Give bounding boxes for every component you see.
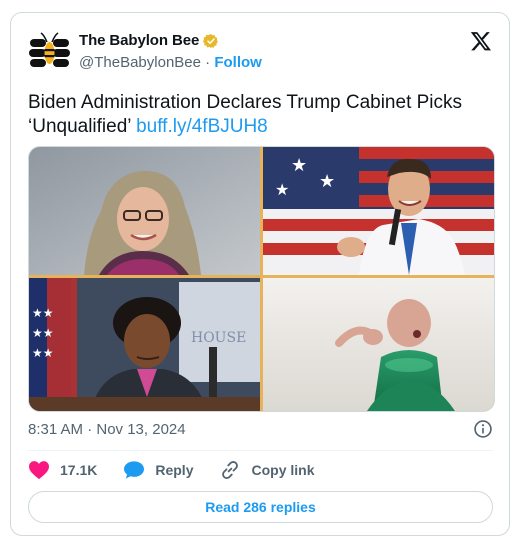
timestamp-row: 8:31 AM · Nov 13, 2024 xyxy=(28,419,493,439)
heart-icon xyxy=(29,461,49,480)
svg-text:★: ★ xyxy=(291,155,307,176)
info-icon[interactable] xyxy=(473,419,493,439)
svg-text:★: ★ xyxy=(275,180,289,199)
speech-bubble-icon xyxy=(124,461,145,479)
author-name-row[interactable]: The Babylon Bee xyxy=(79,32,219,49)
x-logo-icon[interactable] xyxy=(470,30,492,52)
follow-button[interactable]: Follow xyxy=(214,54,262,71)
photo-top-right: ★ ★ ★ xyxy=(263,147,494,275)
tweet-actions: 17.1K Reply Copy link xyxy=(28,459,315,481)
tweet-text: Biden Administration Declares Trump Cabi… xyxy=(28,91,498,139)
author-handle-row: @TheBabylonBee · Follow xyxy=(79,54,262,71)
babylon-bee-avatar-icon[interactable] xyxy=(28,30,72,74)
photo-top-left xyxy=(29,147,260,275)
reply-button[interactable]: Reply xyxy=(123,460,193,480)
handle-separator: · xyxy=(200,54,215,71)
tweet-card: The Babylon Bee @TheBabylonBee · Follow … xyxy=(10,12,510,536)
reply-label: Reply xyxy=(155,462,194,478)
svg-text:HOUSE: HOUSE xyxy=(191,330,246,346)
like-button[interactable]: 17.1K xyxy=(28,460,97,480)
link-icon xyxy=(222,461,239,479)
svg-text:★★: ★★ xyxy=(32,326,54,340)
copy-link-label: Copy link xyxy=(251,462,315,478)
author-display-name[interactable]: The Babylon Bee xyxy=(79,32,199,49)
read-replies-button[interactable]: Read 286 replies xyxy=(28,491,493,523)
tweet-media-grid[interactable]: ★ ★ ★ HOUSE ★★ ★★ ★★ xyxy=(28,146,495,412)
like-count: 17.1K xyxy=(60,462,98,478)
photo-bottom-right xyxy=(263,278,494,411)
divider xyxy=(28,450,493,451)
svg-text:★: ★ xyxy=(319,171,335,192)
tweet-timestamp[interactable]: 8:31 AM · Nov 13, 2024 xyxy=(28,421,186,438)
verified-badge-icon xyxy=(203,33,219,48)
tweet-link[interactable]: buff.ly/4fBJUH8 xyxy=(136,116,268,137)
photo-bottom-left: HOUSE ★★ ★★ ★★ xyxy=(29,278,260,411)
svg-text:★★: ★★ xyxy=(32,306,54,320)
photo-collage: ★ ★ ★ HOUSE ★★ ★★ ★★ xyxy=(29,147,494,411)
svg-text:★★: ★★ xyxy=(32,346,54,360)
copy-link-button[interactable]: Copy link xyxy=(219,459,315,481)
author-handle[interactable]: @TheBabylonBee xyxy=(79,54,201,71)
